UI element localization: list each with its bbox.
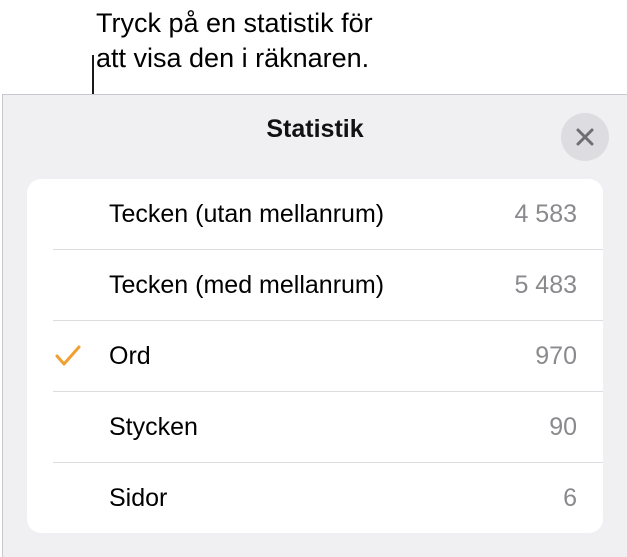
statistics-popover: Statistik Tecken (utan mellanrum) 4 583 …: [2, 94, 627, 557]
stat-row-paragraphs[interactable]: Stycken 90: [27, 392, 603, 463]
stat-value: 970: [535, 342, 577, 370]
statistics-list: Tecken (utan mellanrum) 4 583 Tecken (me…: [27, 179, 603, 533]
stat-row-pages[interactable]: Sidor 6: [27, 463, 603, 533]
stat-label: Stycken: [109, 413, 198, 441]
close-button[interactable]: [561, 113, 609, 161]
stat-label: Sidor: [109, 484, 168, 512]
callout-line-2: att visa den i räknaren.: [96, 43, 370, 73]
callout-text: Tryck på en statistik för att visa den i…: [96, 6, 436, 76]
checkmark-icon: [55, 345, 81, 366]
stat-row-words[interactable]: Ord 970: [27, 321, 603, 392]
stat-label: Tecken (med mellanrum): [109, 271, 385, 299]
stat-label: Tecken (utan mellanrum): [109, 200, 385, 228]
popover-title: Statistik: [266, 115, 364, 143]
stat-value: 5 483: [514, 271, 577, 299]
callout-line-1: Tryck på en statistik för: [96, 8, 373, 38]
stat-value: 4 583: [514, 200, 577, 228]
stat-value: 6: [563, 484, 577, 512]
close-icon: [576, 128, 594, 146]
stat-row-characters-with-spaces[interactable]: Tecken (med mellanrum) 5 483: [27, 250, 603, 321]
stat-value: 90: [549, 413, 577, 441]
stat-label: Ord: [109, 342, 151, 370]
stat-row-characters-no-spaces[interactable]: Tecken (utan mellanrum) 4 583: [27, 179, 603, 250]
